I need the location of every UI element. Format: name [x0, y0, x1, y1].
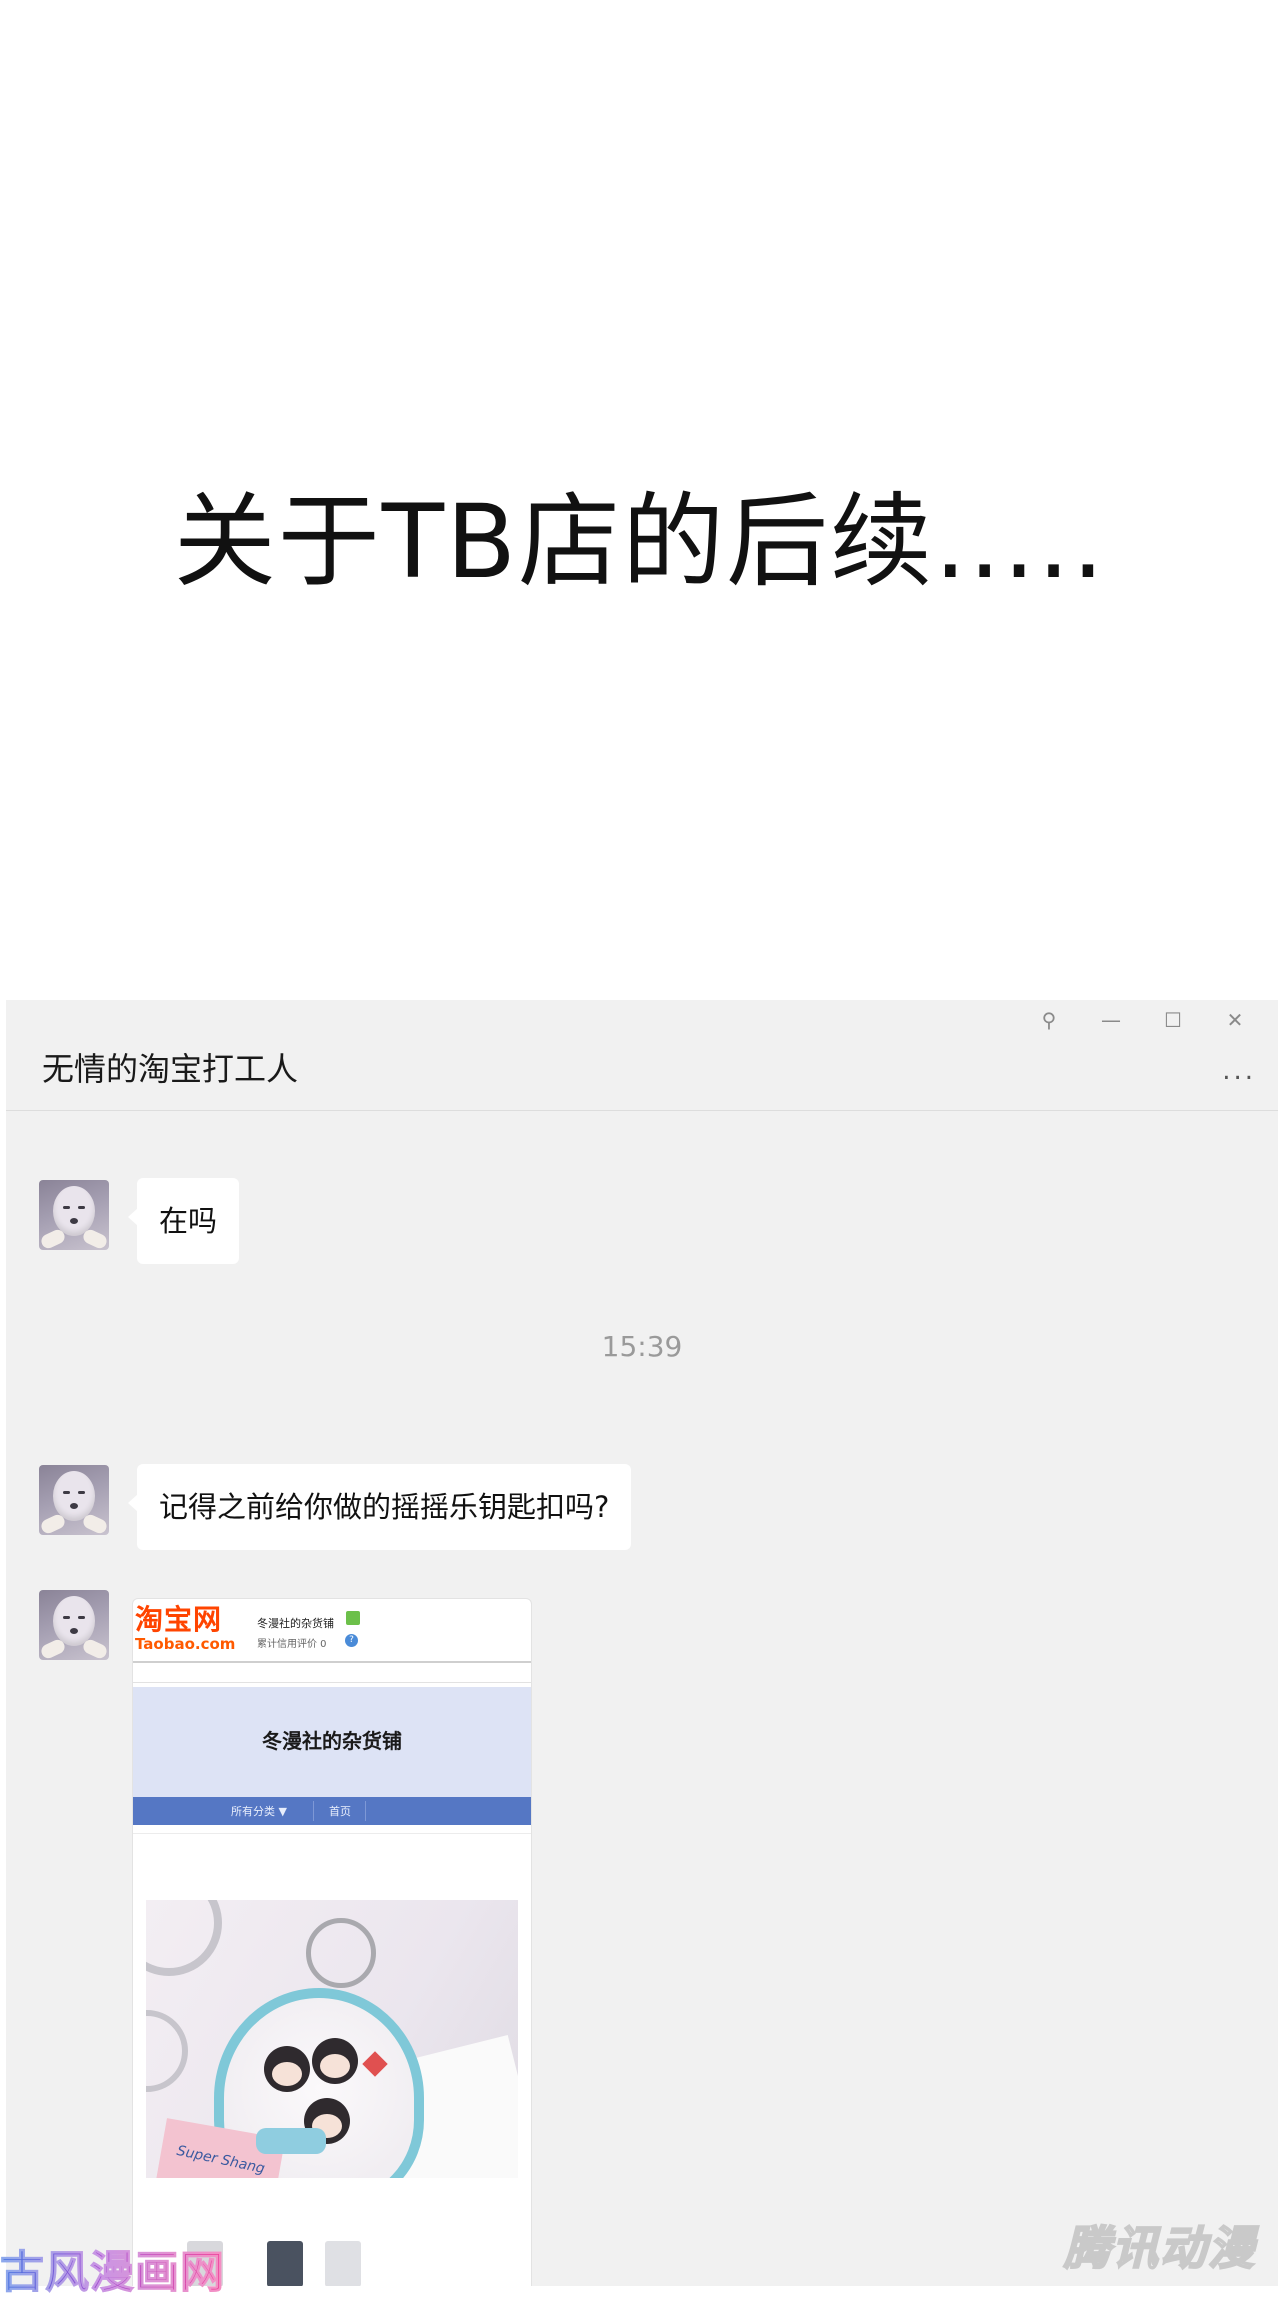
nav-all-categories: 所有分类 ▼ [231, 1805, 287, 1818]
thumbnail [325, 2241, 361, 2286]
avatar[interactable] [39, 1465, 109, 1535]
shop-banner: 冬漫社的杂货铺 [133, 1687, 531, 1797]
wangwang-icon [346, 1611, 360, 1625]
avatar[interactable] [39, 1180, 109, 1250]
shared-image-message[interactable]: 淘宝网 Taobao.com 冬漫社的杂货铺 累计信用评价 0 ? 冬漫社的杂货… [132, 1598, 532, 2286]
taobao-logo: 淘宝网 Taobao.com [135, 1603, 236, 1654]
pin-icon[interactable]: ⚲ [1018, 1008, 1080, 1032]
headline: 关于TB店的后续..... [173, 483, 1107, 602]
message-bubble[interactable]: 记得之前给你做的摇摇乐钥匙扣吗? [127, 1464, 632, 1550]
shop-banner-title: 冬漫社的杂货铺 [262, 1729, 402, 1753]
thumbnail [267, 2241, 303, 2286]
keychain-product-photo: Super Shang [146, 1900, 518, 2178]
more-icon[interactable]: ... [1222, 1056, 1256, 1086]
shop-name-small: 冬漫社的杂货铺 [257, 1617, 334, 1630]
close-icon[interactable]: ✕ [1204, 1008, 1266, 1032]
shop-credit: 累计信用评价 0 [257, 1639, 327, 1650]
window-controls: ⚲ — ☐ ✕ [1018, 1008, 1266, 1032]
tencent-watermark: 腾讯动漫 [1063, 2220, 1256, 2276]
message-bubble[interactable]: 在吗 [127, 1178, 240, 1264]
info-icon: ? [345, 1634, 358, 1647]
message-timestamp: 15:39 [601, 1330, 683, 1363]
site-watermark: 古风漫画网 [0, 2236, 225, 2300]
chat-title: 无情的淘宝打工人 [42, 1050, 299, 1088]
minimize-icon[interactable]: — [1080, 1008, 1142, 1032]
chat-window: ⚲ — ☐ ✕ 无情的淘宝打工人 ... 在吗 15:39 记得之前给你做的摇摇… [6, 1000, 1278, 2286]
nav-home: 首页 [329, 1805, 351, 1818]
maximize-icon[interactable]: ☐ [1142, 1008, 1204, 1032]
chat-header: ⚲ — ☐ ✕ 无情的淘宝打工人 ... [6, 1000, 1278, 1111]
shop-navbar: 所有分类 ▼ 首页 [133, 1797, 531, 1825]
avatar[interactable] [39, 1590, 109, 1660]
